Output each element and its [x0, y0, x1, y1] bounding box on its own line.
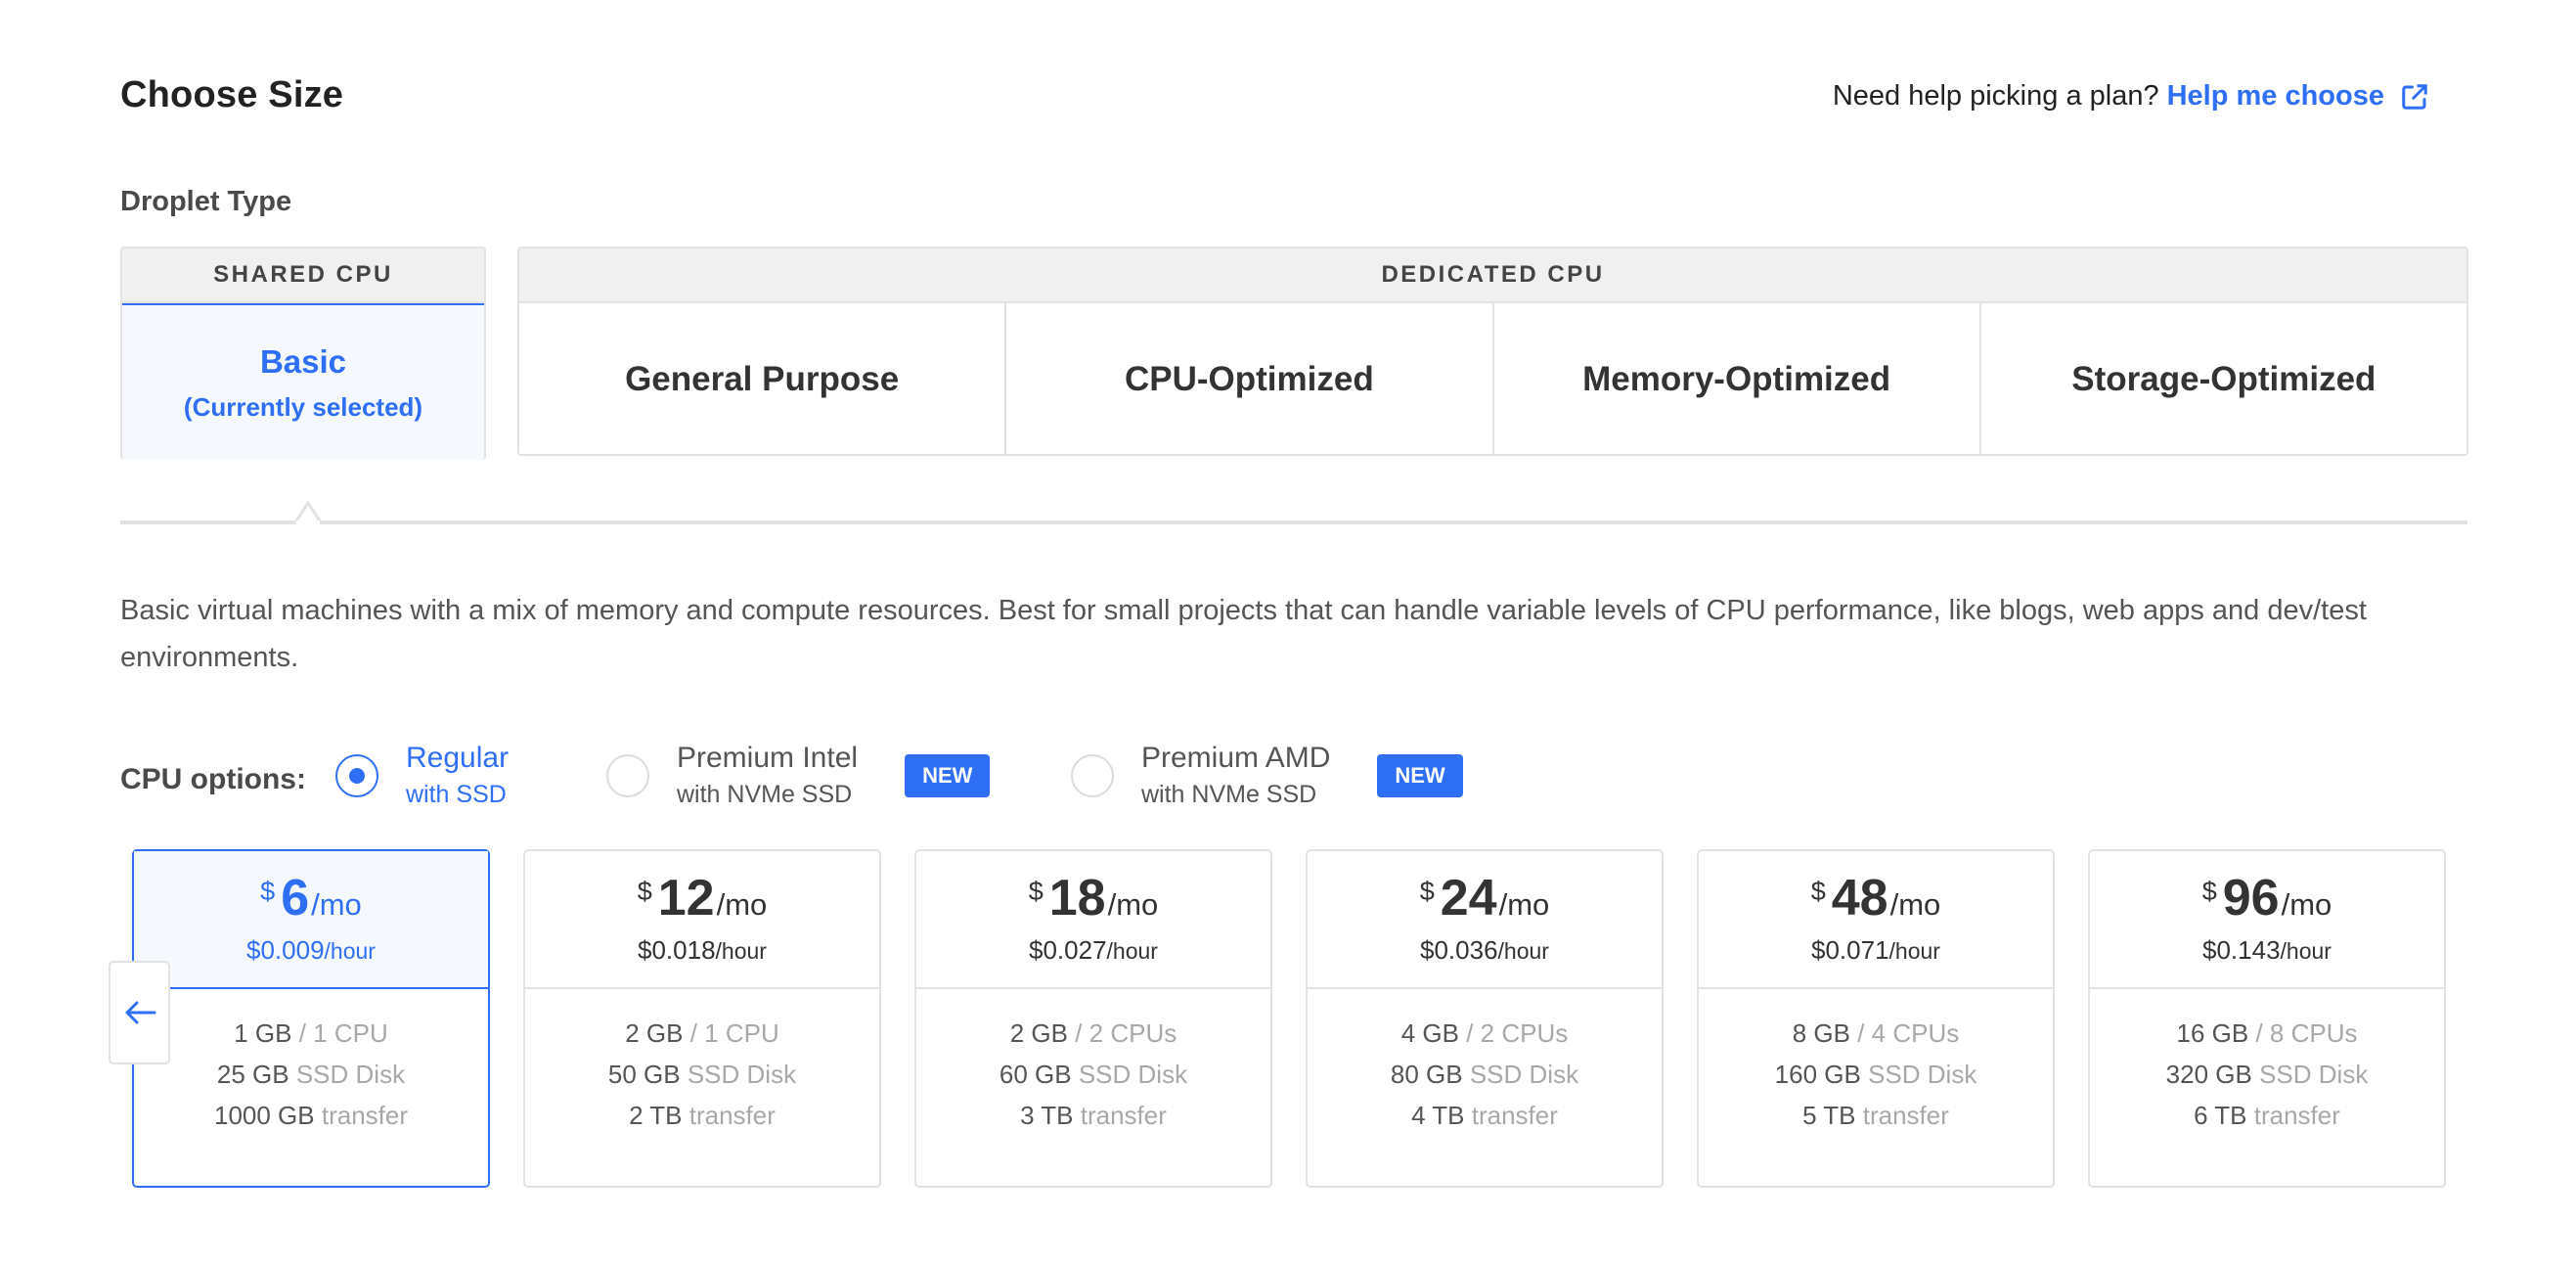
cpu-option-premium-amd[interactable]: Premium AMD with NVMe SSD NEW: [1071, 742, 1463, 809]
hourly-price: $0.036: [1420, 935, 1498, 965]
cpu-option-regular[interactable]: Regular with SSD: [335, 742, 509, 809]
per-month-label: /mo: [1498, 887, 1550, 922]
currency-symbol: $: [260, 877, 276, 906]
per-month-label: /mo: [1107, 887, 1159, 922]
memory-cpu-spec: 1 GB / 1 CPU: [234, 1017, 388, 1048]
arrow-left-icon: [125, 1001, 155, 1024]
hourly-price: $0.018: [638, 935, 716, 965]
memory-cpu-spec: 2 GB / 1 CPU: [625, 1017, 779, 1048]
disk-spec: 80 GB SSD Disk: [1390, 1059, 1579, 1089]
per-hour-label: /hour: [1497, 938, 1549, 964]
currently-selected-note: (Currently selected): [183, 391, 423, 422]
plan-card[interactable]: $48/mo $0.071/hour 8 GB / 4 CPUs 160 GB …: [1697, 849, 2055, 1188]
plan-card[interactable]: $24/mo $0.036/hour 4 GB / 2 CPUs 80 GB S…: [1306, 849, 1664, 1188]
transfer-spec: 3 TB transfer: [1020, 1100, 1167, 1130]
hourly-price: $0.009: [246, 935, 325, 965]
per-hour-label: /hour: [715, 938, 767, 964]
disk-spec: 160 GB SSD Disk: [1774, 1059, 1977, 1089]
per-hour-label: /hour: [2280, 938, 2332, 964]
transfer-spec: 2 TB transfer: [629, 1100, 776, 1130]
disk-spec: 60 GB SSD Disk: [999, 1059, 1188, 1089]
currency-symbol: $: [637, 877, 652, 906]
memory-cpu-spec: 2 GB / 2 CPUs: [1009, 1017, 1177, 1048]
radio-premium-amd[interactable]: [1071, 753, 1114, 797]
per-hour-label: /hour: [1106, 938, 1158, 964]
droplet-type-memory-optimized[interactable]: Memory-Optimized: [1494, 303, 1981, 454]
selection-caret-icon: [284, 500, 333, 524]
monthly-price: 48: [1831, 870, 1888, 927]
radio-regular[interactable]: [335, 753, 378, 797]
droplet-type-label: Droplet Type: [120, 186, 292, 217]
per-hour-label: /hour: [1888, 938, 1940, 964]
monthly-price: 18: [1048, 870, 1106, 927]
monthly-price: 24: [1440, 870, 1497, 927]
scroll-left-button[interactable]: [109, 961, 170, 1064]
memory-cpu-spec: 16 GB / 8 CPUs: [2176, 1017, 2358, 1048]
memory-cpu-spec: 4 GB / 2 CPUs: [1400, 1017, 1569, 1048]
help-section: Need help picking a plan? Help me choose: [1833, 80, 2429, 113]
cpu-options-label: CPU options:: [120, 763, 306, 795]
memory-cpu-spec: 8 GB / 4 CPUs: [1792, 1017, 1960, 1048]
transfer-spec: 5 TB transfer: [1802, 1100, 1949, 1130]
currency-symbol: $: [2201, 877, 2217, 906]
currency-symbol: $: [1419, 877, 1435, 906]
selection-divider: [120, 520, 2467, 524]
help-prompt: Need help picking a plan?: [1832, 80, 2159, 112]
per-month-label: /mo: [1889, 887, 1941, 922]
transfer-spec: 4 TB transfer: [1411, 1100, 1558, 1130]
help-me-choose-link[interactable]: Help me choose: [2167, 80, 2429, 113]
page-title: Choose Size: [120, 74, 344, 115]
monthly-price: 12: [657, 870, 715, 927]
droplet-type-storage-optimized[interactable]: Storage-Optimized: [1981, 303, 2466, 454]
external-link-icon: [2402, 83, 2427, 110]
disk-spec: 25 GB SSD Disk: [216, 1059, 406, 1089]
cpu-option-premium-intel[interactable]: Premium Intel with NVMe SSD NEW: [606, 742, 991, 809]
cpu-option-subtitle: with NVMe SSD: [1141, 781, 1317, 808]
plan-card[interactable]: $6/mo $0.009/hour 1 GB / 1 CPU 25 GB SSD…: [132, 849, 490, 1188]
droplet-type-general-purpose[interactable]: General Purpose: [519, 303, 1007, 454]
plan-card[interactable]: $18/mo $0.027/hour 2 GB / 2 CPUs 60 GB S…: [914, 849, 1272, 1188]
dedicated-cpu-group: DEDICATED CPU General Purpose CPU-Optimi…: [517, 247, 2468, 456]
droplet-type-description: Basic virtual machines with a mix of mem…: [120, 595, 2367, 673]
currency-symbol: $: [1028, 877, 1044, 906]
hourly-price: $0.071: [1811, 935, 1889, 965]
hourly-price: $0.143: [2202, 935, 2281, 965]
disk-spec: 320 GB SSD Disk: [2165, 1059, 2369, 1089]
per-month-label: /mo: [311, 887, 362, 922]
shared-cpu-group: SHARED CPU Basic (Currently selected): [120, 247, 486, 460]
per-hour-label: /hour: [324, 938, 376, 964]
shared-cpu-heading: SHARED CPU: [122, 249, 484, 303]
hourly-price: $0.027: [1029, 935, 1107, 965]
currency-symbol: $: [1810, 877, 1826, 906]
transfer-spec: 1000 GB transfer: [213, 1100, 409, 1130]
cpu-option-title: Premium Intel: [677, 742, 859, 774]
plan-card[interactable]: $12/mo $0.018/hour 2 GB / 1 CPU 50 GB SS…: [523, 849, 881, 1188]
new-badge: NEW: [1377, 753, 1463, 797]
cpu-option-subtitle: with NVMe SSD: [677, 781, 853, 808]
dedicated-cpu-heading: DEDICATED CPU: [519, 249, 2466, 303]
plan-cards: $6/mo $0.009/hour 1 GB / 1 CPU 25 GB SSD…: [132, 849, 2469, 1188]
help-link-label: Help me choose: [2166, 80, 2384, 112]
disk-spec: 50 GB SSD Disk: [607, 1059, 797, 1089]
droplet-type-basic[interactable]: Basic (Currently selected): [122, 303, 484, 460]
plan-card[interactable]: $96/mo $0.143/hour 16 GB / 8 CPUs 320 GB…: [2088, 849, 2446, 1188]
new-badge: NEW: [905, 753, 991, 797]
droplet-type-cpu-optimized[interactable]: CPU-Optimized: [1006, 303, 1494, 454]
cpu-option-subtitle: with SSD: [406, 781, 507, 808]
monthly-price: 96: [2222, 870, 2280, 927]
transfer-spec: 6 TB transfer: [2194, 1100, 2340, 1130]
basic-label: Basic: [259, 342, 347, 380]
cpu-option-title: Premium AMD: [1141, 742, 1331, 774]
per-month-label: /mo: [716, 887, 768, 922]
monthly-price: 6: [281, 870, 310, 927]
per-month-label: /mo: [2281, 887, 2332, 922]
cpu-option-title: Regular: [406, 742, 510, 774]
radio-premium-intel[interactable]: [606, 753, 649, 797]
